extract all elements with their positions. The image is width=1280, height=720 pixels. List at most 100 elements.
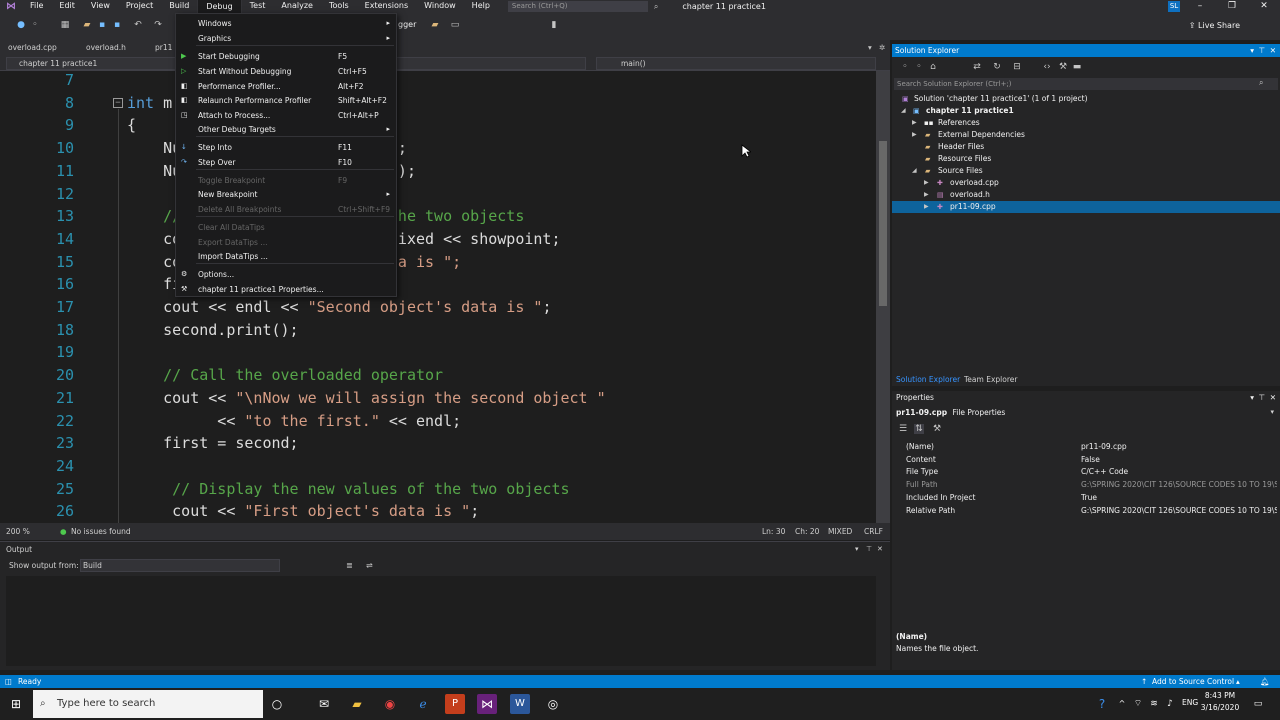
code-line[interactable]: 22 << "to the first." << endl; xyxy=(0,412,876,435)
tree-file-overload-h[interactable]: ▶ ▤ overload.h xyxy=(892,189,1280,201)
property-value[interactable]: True xyxy=(1081,491,1277,504)
se-refresh-icon[interactable]: ↻ xyxy=(992,62,1002,72)
redo-icon[interactable]: ↷ xyxy=(153,20,163,30)
source-control-up-icon[interactable]: ▴ xyxy=(1236,675,1240,688)
tabs-mode[interactable]: MIXED xyxy=(828,527,852,536)
output-menu-icon[interactable]: ▾ xyxy=(855,545,859,553)
debug-menu-item-start-debugging[interactable]: ▶ Start Debugging F5 xyxy=(176,50,396,63)
output-pin-icon[interactable]: ⊤ xyxy=(866,545,872,553)
forward-icon[interactable]: ◦ xyxy=(30,20,40,30)
menu-help[interactable]: Help xyxy=(464,0,498,14)
menu-extensions[interactable]: Extensions xyxy=(357,0,416,14)
edge-icon[interactable]: ℯ xyxy=(413,694,433,714)
search-icon[interactable]: ⌕ xyxy=(654,2,658,12)
visual-studio-logo-icon[interactable]: ⋈ xyxy=(0,1,22,12)
prop-pin-icon[interactable]: ⊤ xyxy=(1258,391,1265,404)
menu-analyze[interactable]: Analyze xyxy=(273,0,321,14)
debug-menu-item-import-datatips[interactable]: Import DataTips ... xyxy=(176,250,396,263)
chrome-icon[interactable]: ◉ xyxy=(380,694,400,714)
taskbar-clock[interactable]: 8:43 PM 3/16/2020 xyxy=(1198,690,1242,714)
se-menu-icon[interactable]: ▾ xyxy=(1250,44,1254,57)
se-properties-icon[interactable]: ⚒ xyxy=(1058,62,1068,72)
menu-debug[interactable]: Debug xyxy=(197,0,242,14)
code-line[interactable]: 23 first = second; xyxy=(0,434,876,457)
code-line[interactable]: 16 fi xyxy=(0,275,876,298)
categorized-icon[interactable]: ☰ xyxy=(898,424,908,434)
maximize-icon[interactable]: ❐ xyxy=(1216,0,1248,13)
debug-menu-item-other-debug-targets[interactable]: Other Debug Targets ▸ xyxy=(176,123,396,136)
action-center-icon[interactable]: ▭ xyxy=(1248,694,1268,714)
tab-overload-cpp[interactable]: overload.cpp xyxy=(8,43,57,52)
save-all-icon[interactable]: ▪ xyxy=(112,20,122,30)
code-line[interactable]: 24 xyxy=(0,457,876,480)
clear-output-icon[interactable]: ≣ xyxy=(346,561,353,570)
menu-tools[interactable]: Tools xyxy=(321,0,357,14)
debug-menu-item-relaunch-performance-profiler[interactable]: ◧ Relaunch Performance Profiler Shift+Alt+… xyxy=(176,94,396,107)
code-line[interactable]: 8 int m xyxy=(0,94,876,117)
editor-scrollbar[interactable] xyxy=(876,71,890,523)
code-line[interactable]: 20 // Call the overloaded operator xyxy=(0,366,876,389)
taskbar-search[interactable]: ⌕ Type here to search xyxy=(33,690,263,718)
toolbar-window-icon[interactable]: ▭ xyxy=(450,20,460,30)
editor-scrollbar-thumb[interactable] xyxy=(879,141,887,306)
line-ending[interactable]: CRLF xyxy=(864,527,883,536)
se-forward-icon[interactable]: ◦ xyxy=(914,62,924,72)
cortana-icon[interactable]: ○ xyxy=(267,694,287,714)
debug-menu-item-graphics[interactable]: Graphics ▸ xyxy=(176,32,396,45)
code-line[interactable]: 15 co ata is "; xyxy=(0,253,876,276)
minimize-icon[interactable]: – xyxy=(1184,0,1216,13)
file-explorer-icon[interactable]: ▰ xyxy=(347,694,367,714)
se-back-icon[interactable]: ◦ xyxy=(900,62,910,72)
code-line[interactable]: 12 xyxy=(0,185,876,208)
menu-project[interactable]: Project xyxy=(118,0,161,14)
se-home-icon[interactable]: ⌂ xyxy=(928,62,938,72)
volume-icon[interactable]: ♪ xyxy=(1160,694,1180,714)
debug-menu-item-options[interactable]: ⚙ Options... xyxy=(176,268,396,281)
code-line[interactable]: 17 cout << endl << "Second object's data… xyxy=(0,298,876,321)
collapsed-icon[interactable]: ▶ xyxy=(924,189,929,201)
tree-file-overload-cpp[interactable]: ▶ ✚ overload.cpp xyxy=(892,177,1280,189)
prop-object-dropdown-icon[interactable]: ▾ xyxy=(1270,408,1274,416)
property-value[interactable]: G:\SPRING 2020\CIT 126\SOURCE CODES 10 T… xyxy=(1081,478,1277,491)
close-icon[interactable]: ✕ xyxy=(1248,0,1280,13)
tree-solution[interactable]: ▣ Solution 'chapter 11 practice1' (1 of … xyxy=(892,93,1280,105)
bookmark-icon[interactable]: ▮ xyxy=(549,20,559,30)
tree-item-header-files[interactable]: ▰ Header Files xyxy=(892,141,1280,153)
open-folder-icon[interactable]: ▰ xyxy=(82,20,92,30)
code-line[interactable]: 21 cout << "\nNow we will assign the sec… xyxy=(0,389,876,412)
output-source-select[interactable]: Build xyxy=(80,559,280,572)
function-dropdown[interactable]: main() xyxy=(596,57,876,70)
menu-view[interactable]: View xyxy=(83,0,118,14)
se-code-icon[interactable]: ‹› xyxy=(1042,62,1052,72)
tab-pr11[interactable]: pr11 xyxy=(155,43,172,52)
tab-solution-explorer[interactable]: Solution Explorer xyxy=(896,374,960,386)
code-line[interactable]: 26 cout << "First object's data is "; xyxy=(0,502,876,523)
code-line[interactable]: 9{ xyxy=(0,116,876,139)
word-wrap-icon[interactable]: ⇌ xyxy=(366,561,373,570)
debug-menu-item-start-without-debugging[interactable]: ▷ Start Without Debugging Ctrl+F5 xyxy=(176,65,396,78)
property-row[interactable]: Full Path G:\SPRING 2020\CIT 126\SOURCE C… xyxy=(892,478,1280,491)
se-preview-icon[interactable]: ▬ xyxy=(1072,62,1082,72)
word-icon[interactable]: W xyxy=(510,694,530,714)
collapsed-icon[interactable]: ▶ xyxy=(912,117,917,129)
se-collapse-icon[interactable]: ⊟ xyxy=(1012,62,1022,72)
se-search-icon[interactable]: ⌕ xyxy=(1259,78,1263,88)
property-pages-icon[interactable]: ⚒ xyxy=(932,424,942,434)
property-row[interactable]: Relative Path G:\SPRING 2020\CIT 126\SOUR… xyxy=(892,504,1280,517)
code-line[interactable]: 25 // Display the new values of the two … xyxy=(0,480,876,503)
debug-menu-item-step-into[interactable]: ↓ Step Into F11 xyxy=(176,141,396,154)
alphabetical-icon[interactable]: ⇅ xyxy=(914,424,924,434)
app-icon[interactable]: ◎ xyxy=(543,694,563,714)
property-value[interactable]: False xyxy=(1081,453,1277,466)
menu-build[interactable]: Build xyxy=(161,0,197,14)
save-icon[interactable]: ▪ xyxy=(97,20,107,30)
prop-menu-icon[interactable]: ▾ xyxy=(1250,391,1254,404)
tab-team-explorer[interactable]: Team Explorer xyxy=(964,374,1017,386)
tree-file-pr11-09-cpp[interactable]: ▶ ✚ pr11-09.cpp xyxy=(892,201,1280,213)
debug-menu-item-windows[interactable]: Windows ▸ xyxy=(176,17,396,30)
language-indicator[interactable]: ENG xyxy=(1182,698,1198,707)
mail-icon[interactable]: ✉ xyxy=(314,694,334,714)
code-line[interactable]: 7 xyxy=(0,71,876,94)
tab-settings-icon[interactable]: ✲ xyxy=(879,43,885,52)
debug-menu-item-new-breakpoint[interactable]: New Breakpoint ▸ xyxy=(176,188,396,201)
